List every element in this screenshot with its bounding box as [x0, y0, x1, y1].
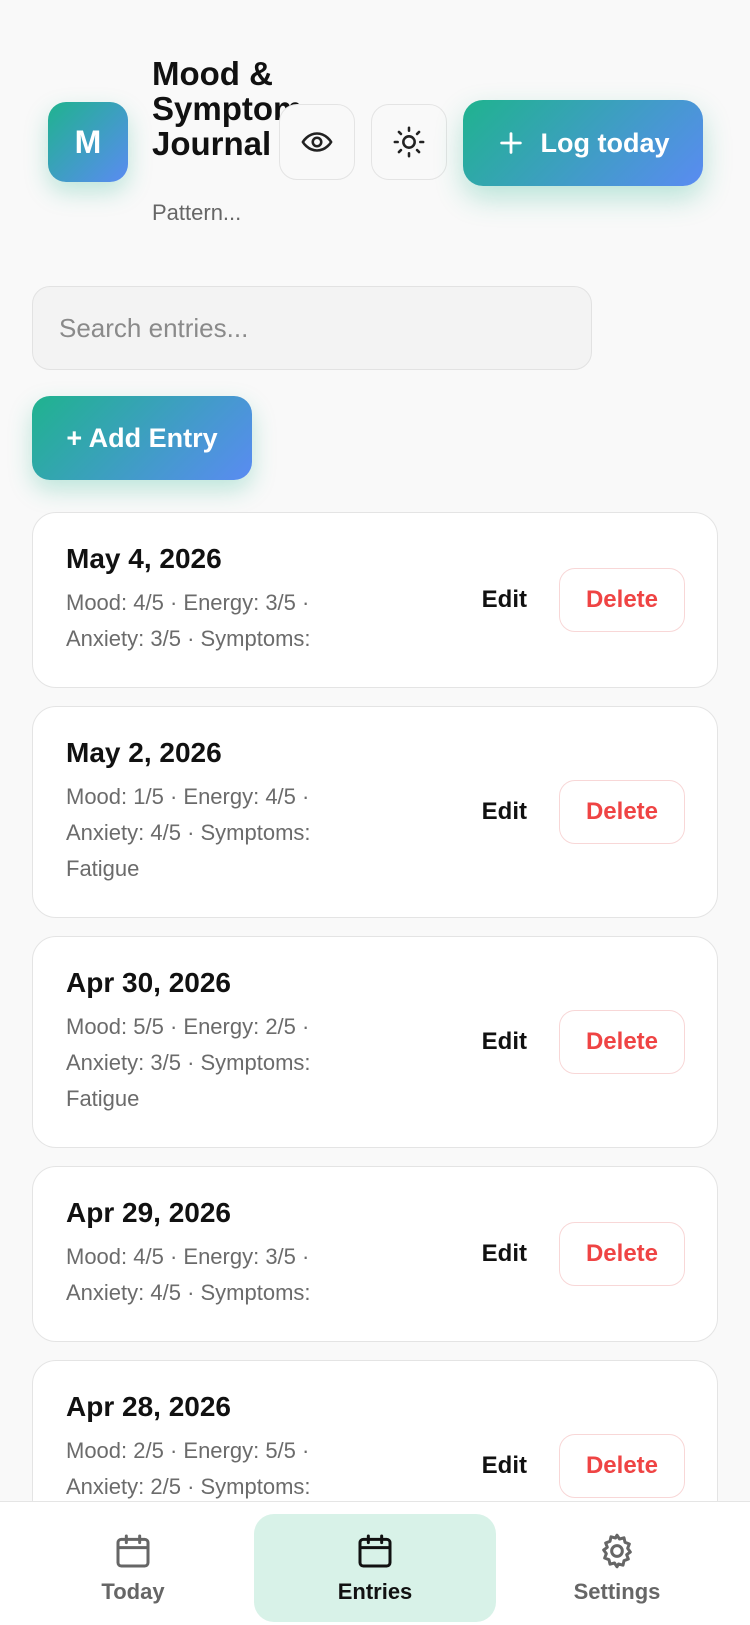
- entry-card: Apr 30, 2026 Mood: 5/5 · Energy: 2/5 · A…: [32, 936, 718, 1148]
- theme-toggle-button[interactable]: [371, 104, 447, 180]
- app-header: M Mood & Symptom Journal Pattern... Log …: [0, 0, 750, 250]
- nav-item-today[interactable]: Today: [12, 1514, 254, 1622]
- entry-card: May 2, 2026 Mood: 1/5 · Energy: 4/5 · An…: [32, 706, 718, 918]
- entry-card: May 4, 2026 Mood: 4/5 · Energy: 3/5 · An…: [32, 512, 718, 688]
- entry-date: Apr 30, 2026: [66, 967, 231, 998]
- entry-date: May 2, 2026: [66, 737, 222, 768]
- entries-list: May 4, 2026 Mood: 4/5 · Energy: 3/5 · An…: [32, 512, 718, 1590]
- entry-summary: Mood: 4/5 · Energy: 3/5 · Anxiety: 3/5 ·…: [66, 590, 311, 651]
- calendar-icon: [358, 1534, 392, 1568]
- edit-entry-button[interactable]: Edit: [482, 1452, 527, 1480]
- nav-label-today: Today: [101, 1579, 165, 1604]
- app-logo: M: [48, 102, 128, 182]
- calendar-icon: [116, 1534, 150, 1568]
- sun-icon: [393, 126, 425, 158]
- gear-icon: [602, 1533, 632, 1569]
- eye-icon: [301, 132, 333, 152]
- nav-item-entries[interactable]: Entries: [254, 1514, 496, 1622]
- delete-entry-button[interactable]: Delete: [559, 1222, 685, 1286]
- edit-entry-button[interactable]: Edit: [482, 1240, 527, 1268]
- bottom-navigation: Today Entries Settings: [0, 1501, 750, 1625]
- edit-entry-button[interactable]: Edit: [482, 1028, 527, 1056]
- nav-label-entries: Entries: [337, 1579, 413, 1604]
- plus-icon: [499, 132, 522, 154]
- nav-label-settings: Settings: [573, 1579, 661, 1604]
- visibility-toggle-button[interactable]: [279, 104, 355, 180]
- log-today-label: Log today: [540, 127, 670, 158]
- add-entry-label: + Add Entry: [66, 422, 218, 453]
- app-subtitle: Pattern...: [152, 200, 242, 225]
- add-entry-button[interactable]: + Add Entry: [32, 396, 252, 480]
- entry-summary: Mood: 4/5 · Energy: 3/5 · Anxiety: 4/5 ·…: [66, 1244, 311, 1305]
- nav-item-settings[interactable]: Settings: [496, 1514, 738, 1622]
- entry-date: Apr 28, 2026: [66, 1391, 231, 1422]
- delete-entry-button[interactable]: Delete: [559, 1010, 685, 1074]
- logo-letter: M: [74, 123, 102, 160]
- entry-card: Apr 29, 2026 Mood: 4/5 · Energy: 3/5 · A…: [32, 1166, 718, 1342]
- delete-entry-button[interactable]: Delete: [559, 780, 685, 844]
- log-today-button[interactable]: Log today: [463, 100, 703, 186]
- edit-entry-button[interactable]: Edit: [482, 798, 527, 826]
- entry-summary: Mood: 5/5 · Energy: 2/5 · Anxiety: 3/5 ·…: [66, 1014, 311, 1111]
- edit-entry-button[interactable]: Edit: [482, 586, 527, 614]
- entry-summary: Mood: 1/5 · Energy: 4/5 · Anxiety: 4/5 ·…: [66, 784, 311, 881]
- delete-entry-button[interactable]: Delete: [559, 1434, 685, 1498]
- search-input[interactable]: [32, 286, 592, 370]
- delete-entry-button[interactable]: Delete: [559, 568, 685, 632]
